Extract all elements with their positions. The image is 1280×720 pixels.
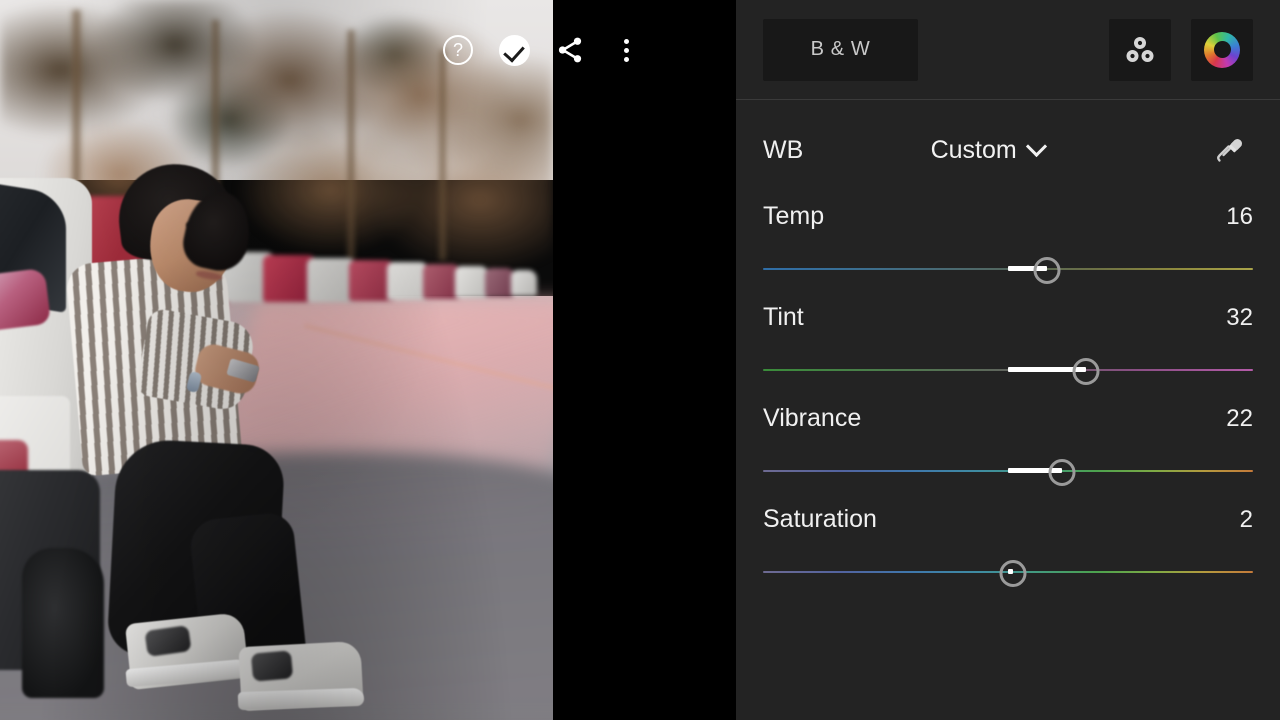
more-options-button[interactable]	[598, 22, 654, 78]
help-button[interactable]: ?	[430, 22, 486, 78]
slider-header: Saturation 2	[763, 505, 1253, 534]
slider-label: Saturation	[763, 505, 877, 533]
share-icon	[558, 37, 582, 63]
more-icon	[623, 38, 629, 62]
slider-label: Tint	[763, 303, 804, 331]
color-wheel-icon	[1204, 31, 1240, 68]
white-balance-row: WB Custom	[763, 114, 1253, 186]
chevron-down-icon	[1025, 135, 1047, 157]
slider-header: Tint 32	[763, 303, 1253, 332]
photo-suv-tire	[22, 548, 104, 698]
color-wheel-button[interactable]	[1191, 18, 1253, 81]
panel-toolbar: B & W	[736, 0, 1280, 100]
color-mix-icon	[1126, 36, 1154, 62]
slider-track[interactable]	[763, 554, 1253, 590]
slider-temp: Temp 16	[763, 202, 1253, 287]
apply-button[interactable]	[486, 22, 542, 78]
photo-overlay-toolbar: ?	[430, 22, 750, 78]
slider-value: 16	[1226, 203, 1253, 230]
slider-value: 2	[1239, 506, 1253, 533]
edit-panel: B & W WB Custom Temp 16 Tint 32 Vibrance…	[736, 0, 1280, 720]
slider-knob[interactable]	[999, 560, 1027, 587]
slider-knob[interactable]	[1048, 459, 1076, 486]
slider-saturation: Saturation 2	[763, 505, 1253, 590]
slider-track[interactable]	[763, 251, 1253, 287]
slider-value: 22	[1226, 405, 1253, 432]
color-mix-button[interactable]	[1109, 18, 1171, 81]
slider-label: Temp	[763, 202, 825, 230]
share-button[interactable]	[542, 22, 598, 78]
eyedropper-button[interactable]	[1205, 126, 1253, 174]
slider-track[interactable]	[763, 352, 1253, 388]
slider-header: Temp 16	[763, 202, 1253, 231]
app-root: ? B & W WB Custom Temp 16 Tint 32 Vibran…	[0, 0, 1280, 720]
check-icon	[498, 34, 530, 66]
eyedropper-icon	[1217, 139, 1242, 162]
slider-vibrance: Vibrance 22	[763, 404, 1253, 489]
slider-knob[interactable]	[1033, 257, 1061, 284]
slider-label: Vibrance	[763, 404, 862, 432]
slider-knob[interactable]	[1072, 358, 1100, 385]
panel-body: WB Custom Temp 16 Tint 32 Vibrance 22 Sa…	[736, 114, 1280, 590]
photo-suv-taillight	[0, 267, 52, 333]
slider-track[interactable]	[763, 453, 1253, 489]
photo-image	[0, 0, 553, 720]
slider-list: Temp 16 Tint 32 Vibrance 22 Saturation 2	[763, 202, 1253, 590]
photo-sneaker-detail	[250, 650, 294, 682]
photo-viewport[interactable]	[0, 0, 553, 720]
white-balance-value: Custom	[930, 135, 1017, 164]
help-glyph: ?	[452, 40, 463, 60]
help-icon: ?	[443, 35, 473, 65]
slider-value: 32	[1226, 304, 1253, 331]
white-balance-dropdown[interactable]: Custom	[769, 135, 1205, 165]
slider-tint: Tint 32	[763, 303, 1253, 388]
slider-header: Vibrance 22	[763, 404, 1253, 433]
black-and-white-button[interactable]: B & W	[763, 18, 918, 81]
